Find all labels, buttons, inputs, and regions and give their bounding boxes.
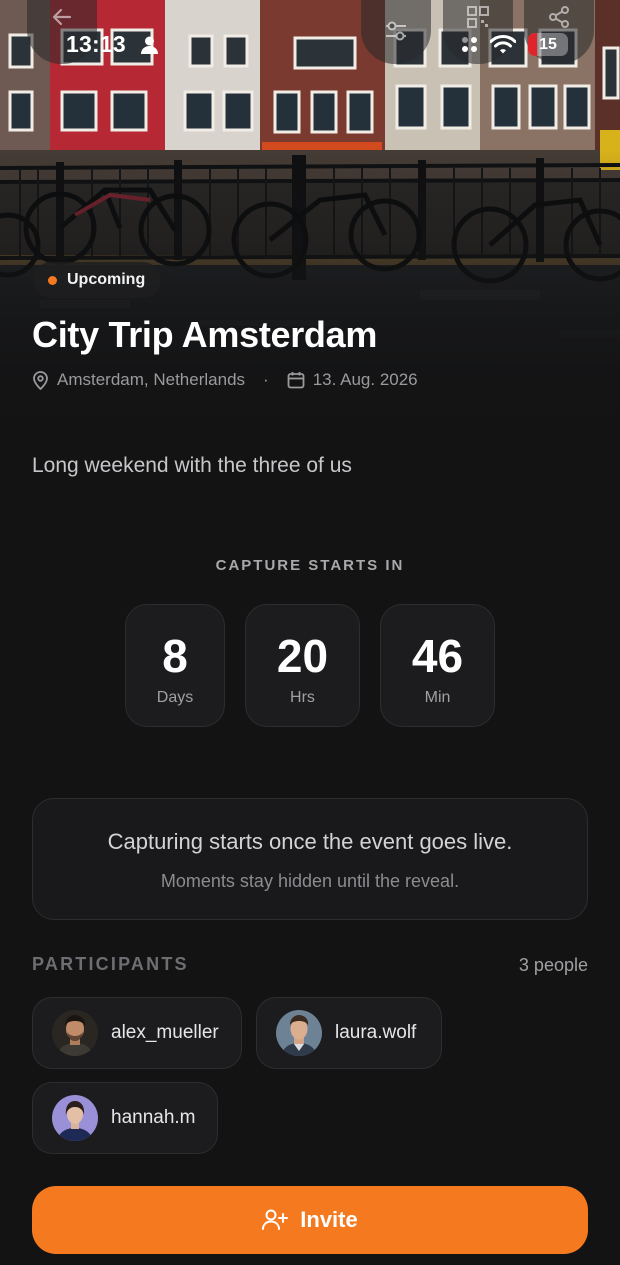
- avatar: [52, 1010, 98, 1056]
- back-arrow-icon: [52, 8, 72, 26]
- countdown-hours: 20 Hrs: [245, 604, 360, 727]
- participant-name: laura.wolf: [335, 1022, 417, 1043]
- status-badge-label: Upcoming: [67, 271, 146, 288]
- filter-button[interactable]: [361, 0, 431, 64]
- avatar: [276, 1010, 322, 1056]
- event-description: Long weekend with the three of us: [32, 454, 352, 477]
- sliders-icon: [386, 21, 406, 41]
- capture-info-card: Capturing starts once the event goes liv…: [32, 798, 588, 920]
- avatar: [52, 1095, 98, 1141]
- event-date: 13. Aug. 2026: [312, 370, 418, 389]
- hero-gradient-overlay: [0, 0, 620, 430]
- status-time: 13:13: [66, 31, 126, 57]
- calendar-icon: [287, 372, 305, 389]
- participant-name: alex_mueller: [111, 1022, 219, 1043]
- participants-count: 3 people: [518, 955, 588, 975]
- share-icon: [549, 6, 569, 28]
- participants-heading: PARTICIPANTS: [32, 954, 189, 974]
- battery-level: 15: [539, 35, 557, 53]
- cellular-icon: [462, 36, 478, 53]
- qr-code-icon: [467, 6, 489, 28]
- countdown-days-unit: Days: [156, 689, 194, 706]
- add-user-icon: [262, 1209, 289, 1230]
- meta-separator: ·: [263, 370, 269, 389]
- participant-chip[interactable]: alex_mueller: [32, 997, 242, 1069]
- countdown-days: 8 Days: [125, 604, 225, 727]
- countdown-hours-unit: Hrs: [290, 689, 315, 706]
- capture-info-subtitle: Moments stay hidden until the reveal.: [160, 871, 460, 891]
- participant-name: hannah.m: [111, 1107, 196, 1128]
- capture-info-title: Capturing starts once the event goes liv…: [107, 829, 513, 854]
- event-location: Amsterdam, Netherlands: [57, 370, 246, 389]
- countdown-label: CAPTURE STARTS IN: [215, 557, 405, 574]
- status-badge: Upcoming: [33, 262, 162, 298]
- event-title: City Trip Amsterdam: [32, 314, 378, 355]
- countdown-days-value: 8: [162, 630, 188, 682]
- countdown-hours-value: 20: [276, 630, 329, 682]
- countdown-minutes: 46 Min: [380, 604, 495, 727]
- hero-section: 13:13 15 Upcoming City Trip Amsterdam Am…: [0, 0, 620, 430]
- status-dot: [48, 275, 57, 285]
- participant-chip[interactable]: laura.wolf: [256, 997, 442, 1069]
- wifi-icon: [490, 35, 516, 54]
- countdown-minutes-value: 46: [411, 630, 464, 682]
- event-meta: Amsterdam, Netherlands · 13. Aug. 2026: [32, 370, 418, 390]
- invite-button[interactable]: Invite: [32, 1186, 588, 1254]
- battery-indicator: 15: [528, 33, 568, 56]
- status-indicators: 15: [462, 33, 568, 56]
- person-icon: [141, 36, 158, 54]
- location-pin-icon: [33, 370, 48, 390]
- participant-chip[interactable]: hannah.m: [32, 1082, 218, 1154]
- invite-button-label: Invite: [300, 1207, 358, 1232]
- countdown-minutes-unit: Min: [424, 689, 451, 706]
